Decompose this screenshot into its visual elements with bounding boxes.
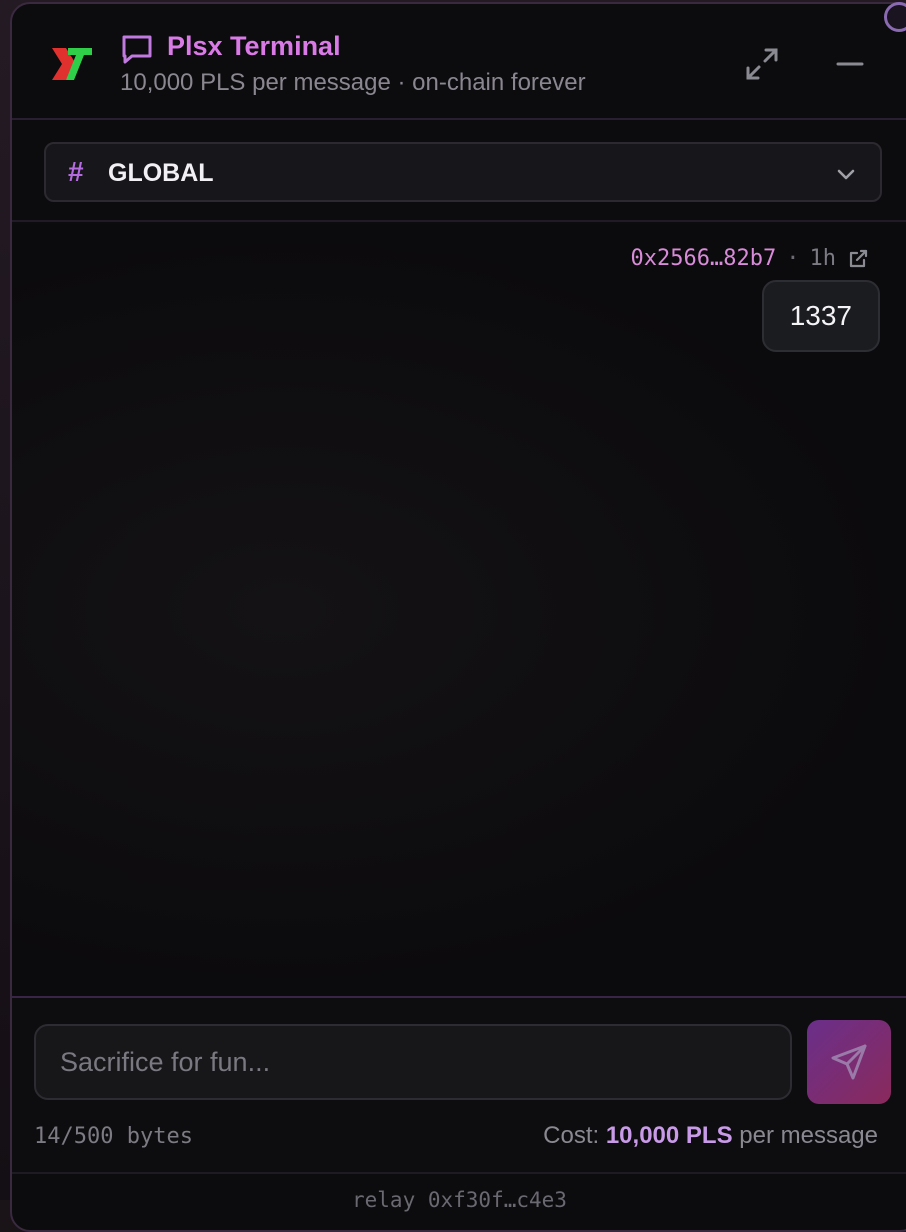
minimize-icon[interactable] bbox=[832, 44, 868, 80]
send-button[interactable] bbox=[807, 1020, 891, 1104]
message-bubble: 1337 bbox=[761, 280, 880, 352]
sender-address-link[interactable]: 0x2566…82b7 bbox=[631, 246, 777, 271]
relay-address: relay 0xf30f…c4e3 bbox=[352, 1188, 567, 1212]
relay-footer: relay 0xf30f…c4e3 bbox=[12, 1172, 906, 1230]
cost-suffix: per message bbox=[739, 1122, 878, 1149]
channel-selector[interactable]: # GLOBAL bbox=[44, 142, 882, 202]
expand-arrows-icon[interactable] bbox=[742, 44, 782, 84]
message-composer: 14/500 bytes Cost: 10,000 PLS per messag… bbox=[12, 996, 906, 1172]
plsx-logo-icon bbox=[52, 48, 92, 80]
meta-separator: · bbox=[786, 246, 800, 271]
chevron-down-icon bbox=[837, 169, 855, 180]
message-list[interactable]: 0x2566…82b7 · 1h 1337 bbox=[12, 224, 906, 996]
channel-name: GLOBAL bbox=[108, 159, 214, 187]
app-title: Plsx Terminal bbox=[167, 31, 341, 61]
message-time: 1h bbox=[809, 246, 837, 271]
hash-icon: # bbox=[68, 156, 84, 187]
status-indicator bbox=[884, 2, 906, 32]
terminal-header: Plsx Terminal 10,000 PLS per message · o… bbox=[12, 4, 906, 120]
cost-value: 10,000 PLS bbox=[605, 1122, 733, 1149]
cost-label: Cost: bbox=[543, 1122, 600, 1149]
external-link-icon[interactable] bbox=[846, 247, 870, 271]
message-meta: 0x2566…82b7 · 1h bbox=[631, 246, 870, 271]
cost-info: Cost: 10,000 PLS per message bbox=[543, 1122, 878, 1150]
channel-bar: # GLOBAL bbox=[12, 122, 906, 222]
terminal-panel: Plsx Terminal 10,000 PLS per message · o… bbox=[10, 2, 906, 1232]
app-subtitle: 10,000 PLS per message · on-chain foreve… bbox=[120, 69, 586, 96]
send-icon bbox=[831, 1044, 867, 1080]
message-input[interactable] bbox=[34, 1024, 792, 1100]
byte-counter: 14/500 bytes bbox=[34, 1124, 193, 1149]
chat-bubble-icon bbox=[122, 35, 152, 64]
